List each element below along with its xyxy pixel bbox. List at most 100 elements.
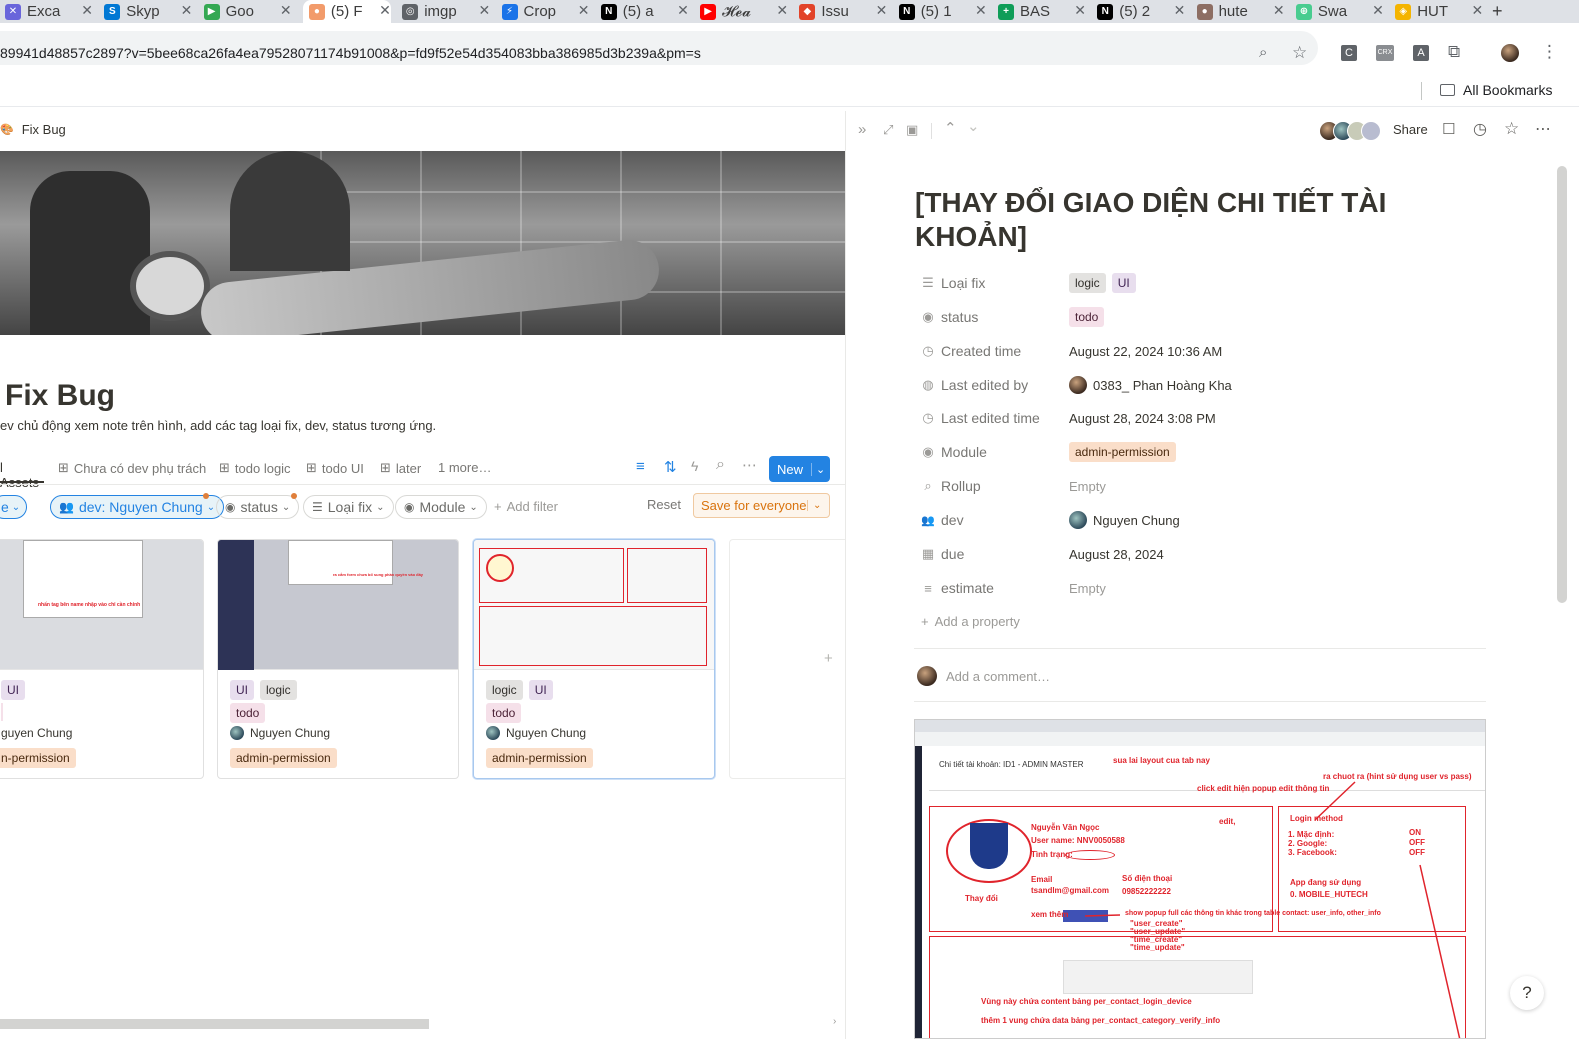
browser-tab[interactable]: ● (5) F ✕ [302, 0, 391, 23]
more-menu-icon[interactable]: ⋯ [1535, 119, 1551, 139]
value-last-edited-by[interactable]: 0383_ Phan Hoàng Kha [1069, 373, 1232, 397]
new-button[interactable]: New ⌄ [769, 456, 830, 482]
browser-tab[interactable]: ⊕ Swa ✕ [1295, 0, 1384, 23]
property-estimate[interactable]: ≡ estimate [921, 576, 994, 600]
browser-tab[interactable]: ◆ Issu ✕ [799, 0, 887, 23]
tab-todo-ui[interactable]: ⊞ todo UI [306, 460, 364, 476]
extension-a-icon[interactable]: A [1413, 45, 1429, 61]
close-tab-icon[interactable]: ✕ [280, 2, 292, 19]
tab-all-assets[interactable]: l Assets [0, 453, 44, 490]
history-clock-icon[interactable]: ◷ [1473, 119, 1487, 139]
zoom-icon[interactable]: ⌕ [1259, 44, 1267, 61]
extension-crx-icon[interactable]: CRX [1376, 45, 1394, 61]
page-description[interactable]: ev chủ động xem note trên hình, add các … [0, 418, 436, 433]
value-status[interactable]: todo [1069, 305, 1110, 329]
close-tab-icon[interactable]: ✕ [478, 2, 490, 19]
value-loai-fix[interactable]: logic UI [1069, 271, 1142, 295]
filter-pill-status[interactable]: ◉ status ⌄ [216, 495, 300, 519]
star-bookmark-icon[interactable]: ☆ [1292, 43, 1307, 63]
value-due[interactable]: August 28, 2024 [1069, 542, 1164, 566]
browser-menu-icon[interactable]: ⋮ [1541, 42, 1558, 62]
add-filter-button[interactable]: + Add filter [494, 499, 558, 514]
filter-icon[interactable]: ≡ [636, 458, 645, 475]
browser-tab[interactable]: ▶ Goo ✕ [203, 0, 292, 23]
close-tab-icon[interactable]: ✕ [181, 2, 193, 19]
board-card[interactable]: ra cắm form chưa bổ sung phần quyền vào … [217, 539, 459, 779]
filter-pill-module[interactable]: ◉ Module ⌄ [395, 495, 487, 519]
browser-tab[interactable]: ◎ imgp ✕ [402, 0, 490, 23]
property-created-time[interactable]: ◷ Created time [921, 339, 1021, 363]
comments-icon[interactable]: ☐ [1442, 120, 1455, 138]
property-due[interactable]: ▦ due [921, 542, 965, 566]
value-module[interactable]: admin-permission [1069, 440, 1182, 464]
new-tab-button[interactable]: + [1492, 0, 1512, 23]
property-status[interactable]: ◉ status [921, 305, 978, 329]
all-bookmarks[interactable]: All Bookmarks [1440, 82, 1552, 98]
property-rollup[interactable]: ⌕ Rollup [921, 474, 980, 498]
close-tab-icon[interactable]: ✕ [81, 2, 93, 19]
browser-tab[interactable]: N (5) 1 ✕ [898, 0, 987, 23]
browser-tab[interactable]: + BAS ✕ [998, 0, 1086, 23]
tab-later[interactable]: ⊞ later [380, 460, 421, 476]
browser-tab[interactable]: ▶ 𝓗𝓮𝓪 ✕ [700, 0, 788, 23]
new-card-placeholder[interactable]: + [729, 539, 845, 779]
browser-tab[interactable]: ⚡ Crop ✕ [501, 0, 590, 23]
url-text[interactable]: 89941d48857c2897?v=5bee68ca26fa4ea795280… [0, 45, 701, 61]
close-tab-icon[interactable]: ✕ [578, 2, 590, 19]
chevron-down-icon[interactable]: ⌄ [807, 500, 821, 511]
browser-tab[interactable]: N (5) a ✕ [600, 0, 689, 23]
tab-more[interactable]: 1 more… [438, 460, 491, 475]
close-tab-icon[interactable]: ✕ [1372, 2, 1384, 19]
page-title[interactable]: Fix Bug [5, 379, 115, 413]
browser-tab[interactable]: ◈ HUT ✕ [1395, 0, 1483, 23]
favorite-star-icon[interactable]: ☆ [1504, 119, 1519, 139]
share-button[interactable]: Share [1393, 122, 1428, 137]
value-rollup[interactable]: Empty [1069, 474, 1106, 498]
browser-tab[interactable]: ✕ Exca ✕ [5, 0, 93, 23]
browser-tab[interactable]: N (5) 2 ✕ [1097, 0, 1185, 23]
expand-icon[interactable]: ⤢ [883, 122, 893, 138]
browser-tab[interactable]: S Skyp ✕ [104, 0, 192, 23]
value-dev[interactable]: Nguyen Chung [1069, 508, 1180, 532]
search-icon[interactable]: ⌕ [716, 456, 725, 474]
tab-todo-logic[interactable]: ⊞ todo logic [219, 460, 291, 476]
chevron-down-icon[interactable]: ⌄ [811, 462, 825, 476]
scroll-right-arrow[interactable]: › [833, 1016, 836, 1027]
property-last-edited-time[interactable]: ◷ Last edited time [921, 406, 1040, 430]
close-tab-icon[interactable]: ✕ [379, 2, 391, 19]
property-last-edited-by[interactable]: ◍ Last edited by [921, 373, 1028, 397]
close-tab-icon[interactable]: ✕ [1074, 2, 1086, 19]
filter-pill-dev[interactable]: 👥 dev: Nguyen Chung ⌄ [50, 495, 225, 519]
help-button[interactable]: ? [1510, 976, 1544, 1010]
extension-c-icon[interactable]: C [1341, 45, 1357, 61]
tab-chua-co-dev[interactable]: ⊞ Chưa có dev phụ trách [58, 460, 206, 476]
extensions-puzzle-icon[interactable]: ⧉ [1448, 42, 1460, 62]
close-tab-icon[interactable]: ✕ [975, 2, 987, 19]
close-tab-icon[interactable]: ✕ [876, 2, 888, 19]
filter-pill-first[interactable]: e ⌄ [0, 495, 27, 519]
board-card[interactable]: nhấn tag bên name nhập vào chỉ cần chỉnh… [0, 539, 204, 779]
close-tab-icon[interactable]: ✕ [677, 2, 689, 19]
browser-tab[interactable]: ● hute ✕ [1196, 0, 1285, 23]
annotated-screenshot[interactable]: Chi tiết tài khoản: ID1 - ADMIN MASTER s… [914, 719, 1486, 1039]
page-title[interactable]: [THAY ĐỔI GIAO DIỆN CHI TIẾT TÀI KHOẢN] [915, 186, 1435, 254]
property-module[interactable]: ◉ Module [921, 440, 987, 464]
chevron-down-icon[interactable]: ⌄ [967, 117, 980, 135]
board-card[interactable]: logic UI todo Nguyen Chung admin-permiss… [473, 539, 715, 779]
property-loai-fix[interactable]: ☰ Loại fix [921, 271, 985, 295]
automation-icon[interactable]: ϟ [691, 458, 698, 474]
side-peek-icon[interactable]: ▣ [906, 122, 918, 138]
sort-icon[interactable]: ⇅ [664, 458, 677, 476]
vertical-scrollbar[interactable] [1557, 166, 1567, 603]
filter-pill-loai-fix[interactable]: ☰ Loại fix ⌄ [303, 495, 394, 519]
profile-avatar[interactable] [1501, 44, 1519, 62]
breadcrumb[interactable]: 🎨 Fix Bug [0, 122, 66, 137]
add-property-button[interactable]: + Add a property [921, 614, 1020, 629]
close-tab-icon[interactable]: ✕ [1471, 2, 1483, 19]
close-peek-icon[interactable]: » [858, 121, 866, 138]
property-dev[interactable]: 👥 dev [921, 508, 963, 532]
horizontal-scrollbar[interactable] [0, 1019, 429, 1029]
close-tab-icon[interactable]: ✕ [1174, 2, 1186, 19]
chevron-up-icon[interactable]: ⌃ [944, 119, 957, 137]
close-tab-icon[interactable]: ✕ [1273, 2, 1285, 19]
